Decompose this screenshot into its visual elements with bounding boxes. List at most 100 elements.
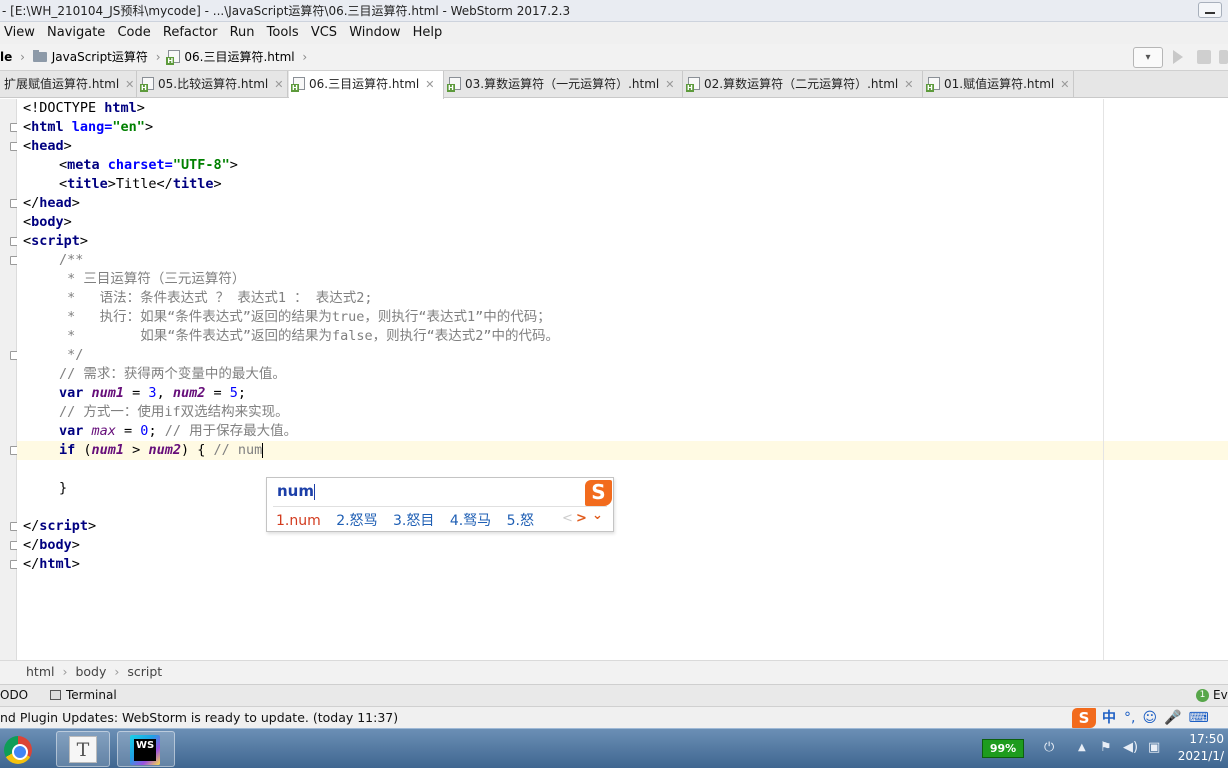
- ime-candidate[interactable]: 5.怒: [507, 513, 534, 529]
- debug-icon[interactable]: [1197, 50, 1211, 64]
- taskbar-webstorm[interactable]: WS: [117, 731, 175, 767]
- ime-candidate-popup: num S 1.num 2.怒骂 3.怒目 4.驽马 5.怒 < > ⌄: [266, 477, 614, 532]
- punctuation-icon[interactable]: °,: [1124, 707, 1135, 729]
- nav-file-label: 06.三目运算符.html: [184, 50, 295, 64]
- nav-folder[interactable]: JavaScript运算符: [32, 44, 148, 71]
- show-hidden-icons-icon[interactable]: ▲: [1078, 742, 1086, 753]
- ime-candidate[interactable]: 2.怒骂: [336, 513, 377, 529]
- clock-time: 17:50: [1189, 732, 1224, 746]
- code-line: <html lang="en">: [23, 119, 154, 135]
- tab-label: 05.比较运算符.html: [158, 77, 269, 91]
- code-comment-line: * 如果“条件表达式”返回的结果为false，则执行“表达式2”中的代码。: [59, 328, 560, 344]
- nav-file[interactable]: 06.三目运算符.html: [166, 44, 295, 71]
- microphone-icon[interactable]: 🎤: [1164, 707, 1181, 729]
- close-icon[interactable]: ✕: [665, 78, 674, 91]
- menu-code[interactable]: Code: [117, 22, 150, 44]
- breadcrumb-html[interactable]: html: [26, 664, 54, 679]
- breadcrumb-script[interactable]: script: [127, 664, 162, 679]
- taskbar-text-editor[interactable]: T: [56, 731, 110, 767]
- code-editor[interactable]: <!DOCTYPE html> <html lang="en"> <head> …: [17, 99, 1228, 660]
- event-log-badge: 1: [1196, 689, 1209, 702]
- sogou-logo-icon: S: [585, 480, 612, 506]
- sogou-logo-icon[interactable]: S: [1072, 708, 1096, 728]
- breadcrumb-separator: ›: [114, 664, 120, 679]
- battery-indicator[interactable]: 99%: [982, 739, 1024, 758]
- menu-vcs[interactable]: VCS: [311, 22, 337, 44]
- status-message[interactable]: nd Plugin Updates: WebStorm is ready to …: [0, 710, 398, 725]
- taskbar-chrome[interactable]: [0, 731, 44, 767]
- keyboard-icon[interactable]: ⌨: [1189, 707, 1209, 729]
- terminal-label: Terminal: [65, 688, 117, 702]
- code-line: </body>: [23, 537, 80, 553]
- editor-gutter: [0, 99, 19, 660]
- ime-expand-icon[interactable]: ⌄: [592, 508, 603, 523]
- event-log-button[interactable]: Ev: [1213, 685, 1228, 706]
- ime-prev-page-icon[interactable]: <: [562, 511, 573, 526]
- power-plug-icon[interactable]: ⏻: [1044, 740, 1054, 755]
- network-icon[interactable]: ▣: [1148, 740, 1160, 755]
- code-line: <!DOCTYPE html>: [23, 100, 145, 116]
- close-icon[interactable]: ✕: [425, 78, 434, 91]
- close-icon[interactable]: ✕: [904, 78, 913, 91]
- menu-navigate[interactable]: Navigate: [47, 22, 105, 44]
- menu-window[interactable]: Window: [349, 22, 400, 44]
- menu-help[interactable]: Help: [413, 22, 443, 44]
- code-line: <body>: [23, 214, 72, 230]
- tab-comparison[interactable]: 05.比较运算符.html ✕: [138, 71, 288, 98]
- webstorm-window: { "window": { "title": "- [E:\\WH_210104…: [0, 0, 1228, 768]
- code-line: var num1 = 3, num2 = 5;: [59, 385, 247, 401]
- nav-separator: ›: [155, 50, 161, 64]
- windows-taskbar: T WS 99% ⏻ ▲ ⚑ ◀) ▣ 17:50 2021/1/: [0, 728, 1228, 768]
- ime-next-page-icon[interactable]: >: [576, 511, 587, 526]
- menu-run[interactable]: Run: [230, 22, 255, 44]
- ime-candidate-list: 1.num 2.怒骂 3.怒目 4.驽马 5.怒: [276, 510, 545, 530]
- terminal-tool-button[interactable]: Terminal: [49, 688, 117, 702]
- nav-separator: ›: [302, 50, 308, 64]
- tab-arithmetic-unary[interactable]: 03.算数运算符（一元运算符）.html ✕: [445, 71, 683, 98]
- run-icon[interactable]: [1173, 50, 1183, 64]
- tab-label: 03.算数运算符（一元运算符）.html: [465, 77, 660, 91]
- emoji-icon[interactable]: ☺: [1142, 707, 1157, 729]
- menu-refactor[interactable]: Refactor: [163, 22, 218, 44]
- stop-icon[interactable]: [1219, 50, 1228, 64]
- close-icon[interactable]: ✕: [1060, 78, 1069, 91]
- title-bar: - [E:\WH_210104_JS预科\mycode] - ...\JavaS…: [0, 0, 1228, 22]
- menu-bar: View Navigate Code Refactor Run Tools VC…: [0, 22, 1228, 44]
- ime-candidate[interactable]: 3.怒目: [393, 513, 434, 529]
- code-line: }: [59, 480, 68, 496]
- structure-breadcrumb: html › body › script: [0, 660, 1228, 684]
- webstorm-icon: WS: [130, 735, 160, 765]
- todo-tool-button[interactable]: ODO: [0, 688, 28, 702]
- breadcrumb-body[interactable]: body: [75, 664, 106, 679]
- close-icon[interactable]: ✕: [125, 78, 134, 91]
- system-clock[interactable]: 17:50 2021/1/: [1176, 731, 1228, 765]
- run-config-dropdown[interactable]: ▾: [1133, 47, 1163, 68]
- code-line: var max = 0; // 用于保存最大值。: [59, 423, 298, 439]
- close-icon[interactable]: ✕: [274, 78, 283, 91]
- minimize-button[interactable]: [1198, 2, 1222, 18]
- html-file-icon: [926, 77, 940, 92]
- nav-project[interactable]: le: [0, 44, 12, 71]
- code-line: </script>: [23, 518, 97, 534]
- tab-ternary[interactable]: 06.三目运算符.html ✕: [289, 71, 444, 99]
- ime-candidate[interactable]: 4.驽马: [450, 513, 491, 529]
- html-file-icon: [166, 50, 181, 65]
- ime-candidate[interactable]: 1.num: [276, 513, 321, 529]
- nav-separator: ›: [20, 50, 25, 64]
- code-line: <title>Title</title>: [59, 176, 222, 192]
- menu-tools[interactable]: Tools: [267, 22, 299, 44]
- ime-language-toggle[interactable]: 中: [1102, 710, 1116, 726]
- terminal-icon: [49, 689, 61, 700]
- code-line: <script>: [23, 233, 89, 249]
- ime-status-bar: S 中 °, ☺ 🎤 ⌨: [1072, 707, 1228, 729]
- tab-arithmetic-binary[interactable]: 02.算数运算符（二元运算符）.html ✕: [684, 71, 923, 98]
- tab-assignment[interactable]: 01.赋值运算符.html ✕: [924, 71, 1074, 98]
- action-center-icon[interactable]: ⚑: [1100, 740, 1112, 755]
- tab-label: 扩展赋值运算符.html: [4, 77, 120, 91]
- tab-extended-assignment[interactable]: 扩展赋值运算符.html ✕: [0, 71, 137, 98]
- volume-icon[interactable]: ◀): [1123, 740, 1138, 755]
- status-bar: nd Plugin Updates: WebStorm is ready to …: [0, 706, 1228, 728]
- menu-view[interactable]: View: [4, 22, 35, 44]
- folder-icon: [32, 49, 47, 62]
- navigation-bar: le › JavaScript运算符 › 06.三目运算符.html › ▾: [0, 44, 1228, 71]
